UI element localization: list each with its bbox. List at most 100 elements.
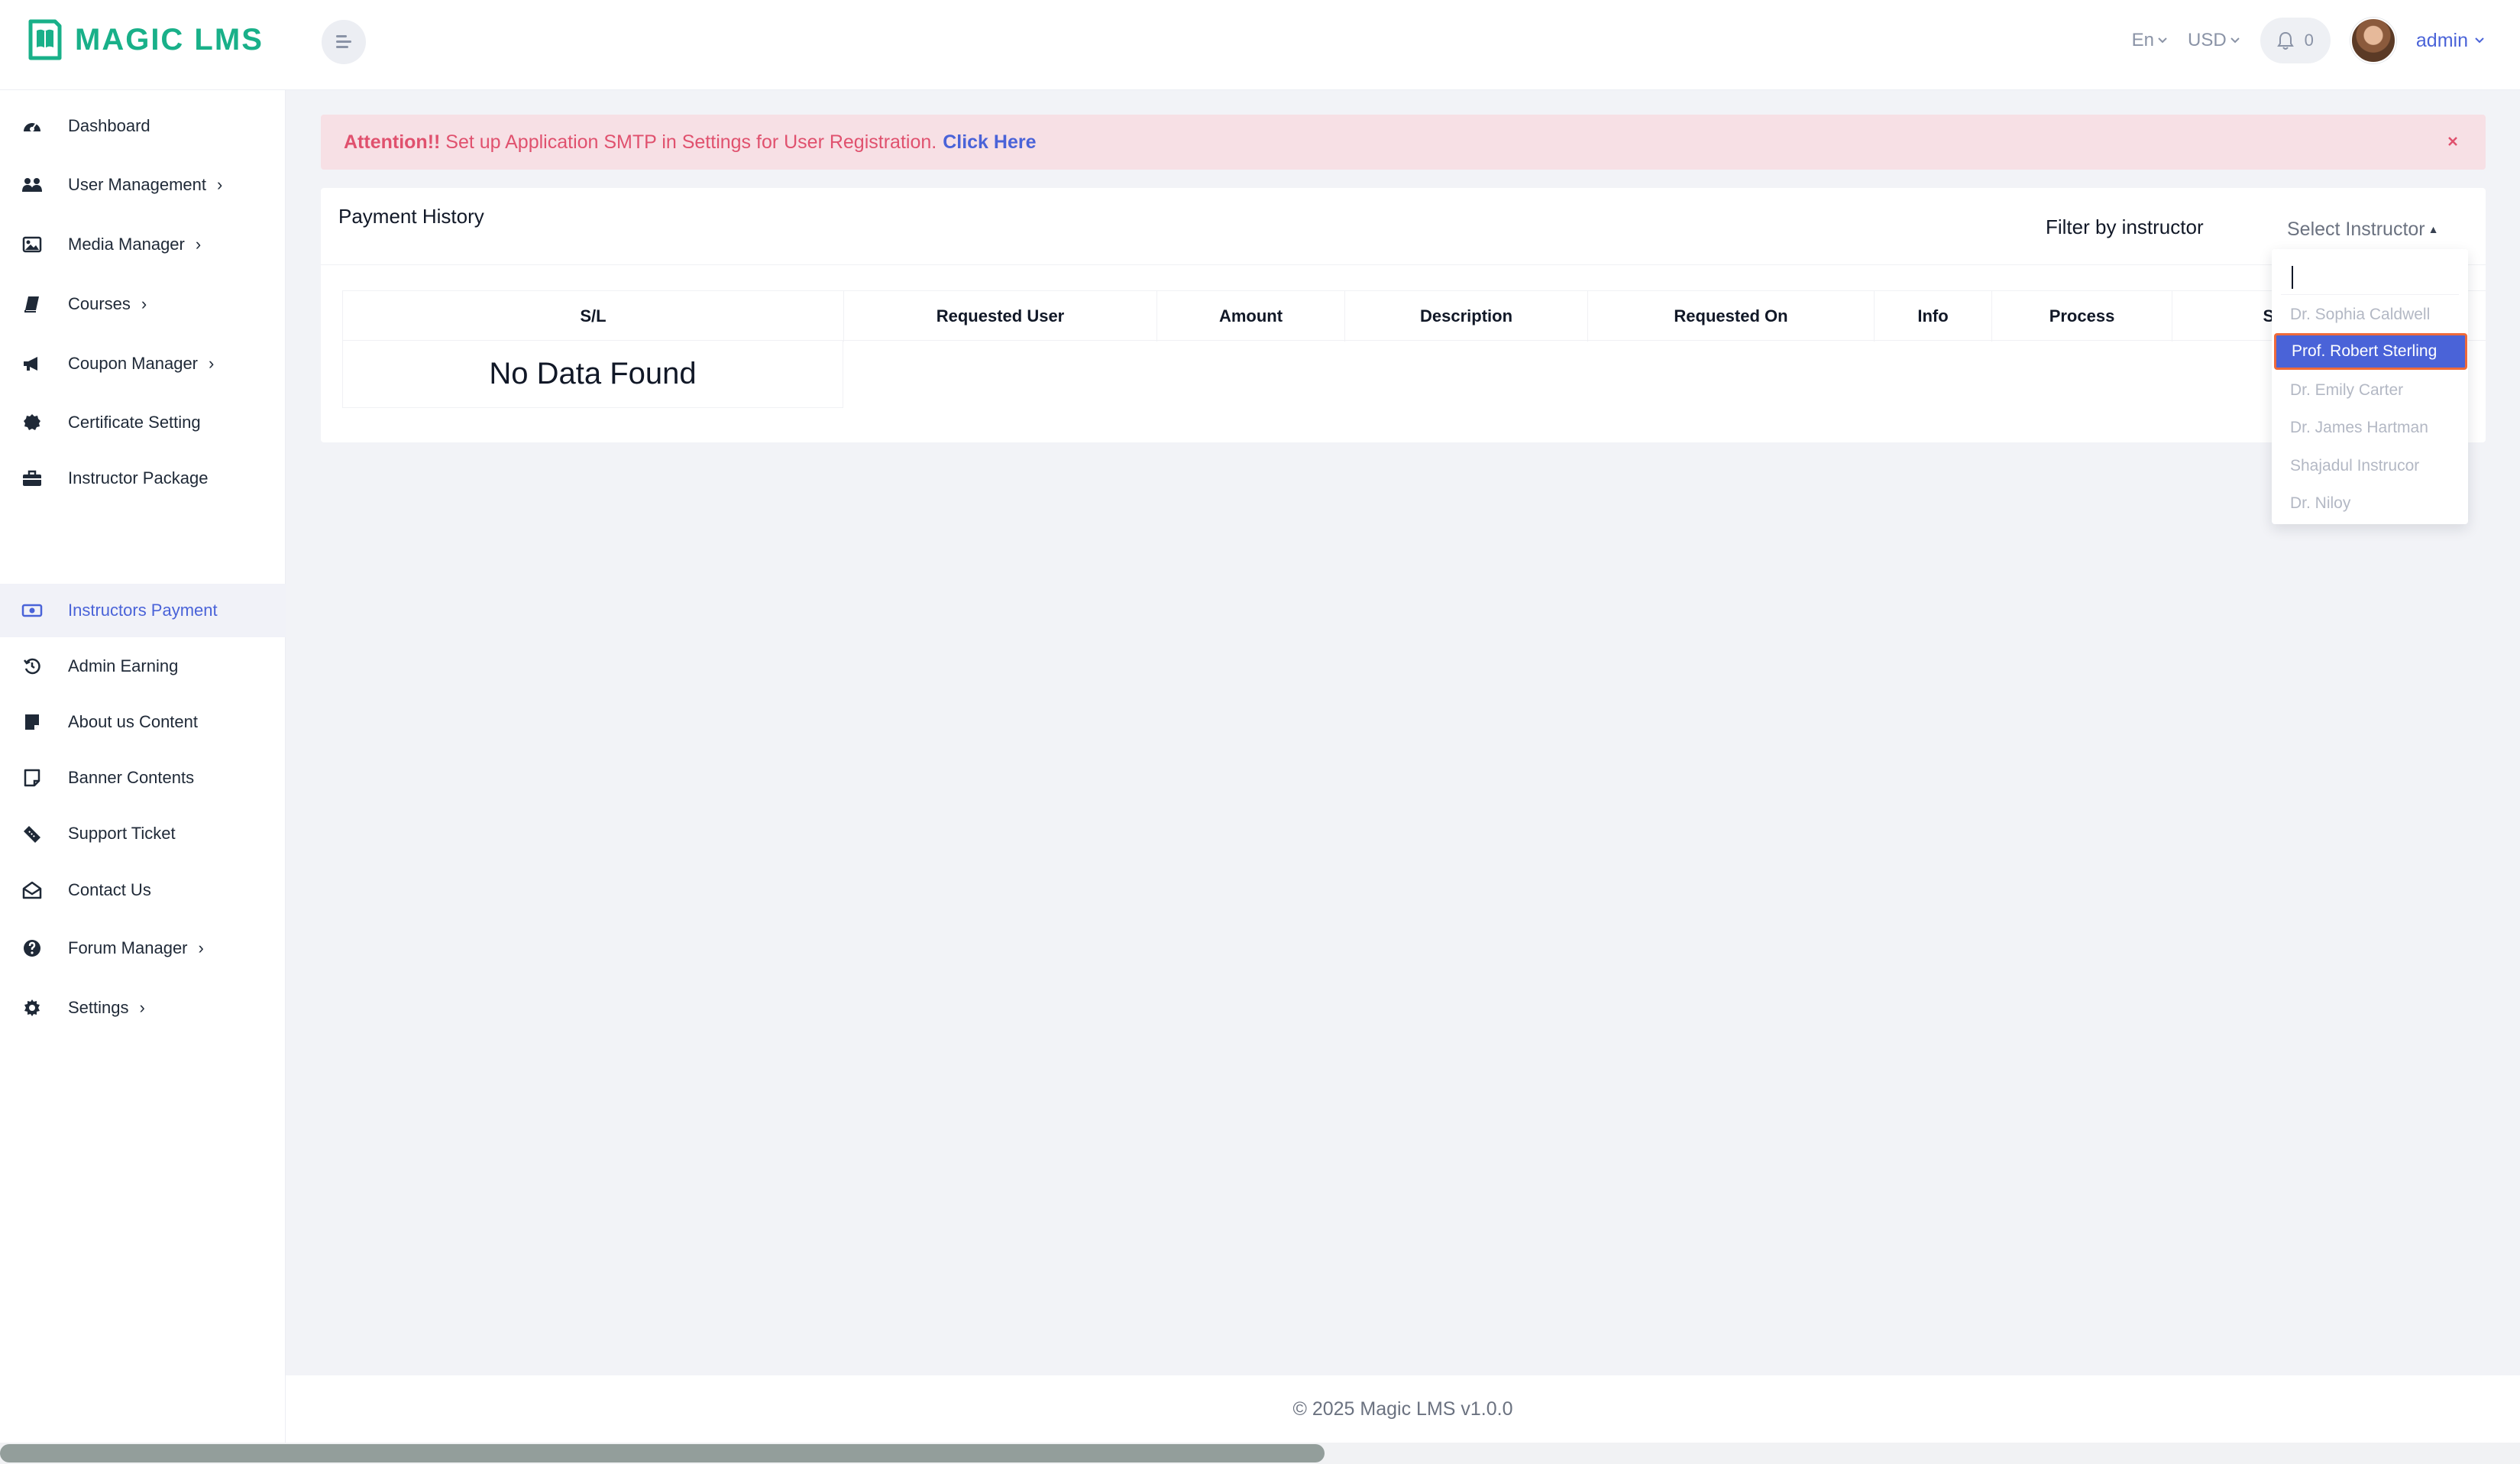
note-icon: [21, 711, 43, 733]
column-header[interactable]: Process: [1991, 291, 2172, 342]
sidebar-item-label: Certificate Setting: [68, 413, 201, 432]
avatar[interactable]: [2350, 18, 2396, 63]
sidebar-item-about-us-content[interactable]: About us Content: [0, 695, 286, 749]
top-header: MAGIC LMS En USD 0 admin: [0, 0, 2520, 90]
instructor-select[interactable]: Select Instructor ▲: [2272, 206, 2466, 252]
sidebar-item-courses[interactable]: Courses ›: [0, 277, 286, 331]
caret-up-icon: ▲: [2428, 223, 2439, 235]
dropdown-option[interactable]: Shajadul Instrucor: [2272, 448, 2468, 484]
sidebar-item-banner-contents[interactable]: Banner Contents: [0, 751, 286, 805]
question-circle-icon: [21, 938, 43, 959]
sidebar-item-contact-us[interactable]: Contact Us: [0, 863, 286, 917]
megaphone-icon: [21, 353, 43, 374]
envelope-open-icon: [21, 879, 43, 901]
select-placeholder: Select Instructor: [2287, 218, 2425, 240]
sidebar-item-label: Banner Contents: [68, 768, 195, 787]
sidebar-item-instructor-package[interactable]: Instructor Package: [0, 452, 286, 505]
sidebar-item-coupon-manager[interactable]: Coupon Manager ›: [0, 337, 286, 390]
chevron-down-icon: [2475, 37, 2484, 44]
language-select[interactable]: En: [2132, 30, 2168, 51]
card-title: Payment History: [338, 205, 484, 228]
alert-link[interactable]: Click Here: [943, 131, 1036, 154]
dropdown-option[interactable]: Dr. Niloy: [2272, 485, 2468, 522]
currency-value: USD: [2187, 30, 2227, 50]
notifications-button[interactable]: 0: [2260, 18, 2331, 63]
currency-select[interactable]: USD: [2188, 30, 2240, 51]
history-icon: [21, 656, 43, 677]
dashboard-icon: [21, 115, 43, 137]
sidebar-item-label: Settings ›: [68, 998, 145, 1017]
footer: © 2025 Magic LMS v1.0.0: [286, 1375, 2520, 1443]
sidebar: Dashboard User Management › Media Manager…: [0, 90, 286, 1464]
divider: [321, 264, 2486, 265]
sidebar-item-instructors-payment[interactable]: Instructors Payment: [0, 584, 286, 637]
sidebar-item-label: Contact Us: [68, 880, 151, 899]
empty-state: No Data Found: [342, 341, 843, 408]
logo[interactable]: MAGIC LMS: [26, 17, 264, 63]
header-actions: En USD 0 admin: [2132, 15, 2485, 66]
bell-icon: [2276, 31, 2294, 50]
dropdown-search-input[interactable]: [2281, 258, 2459, 295]
logo-book-icon: [26, 17, 64, 63]
dropdown-option[interactable]: Dr. Emily Carter: [2272, 372, 2468, 409]
sidebar-item-forum-manager[interactable]: Forum Manager ›: [0, 921, 286, 975]
sidebar-item-user-management[interactable]: User Management ›: [0, 158, 286, 212]
chevron-right-icon: ›: [195, 235, 202, 254]
chevron-right-icon: ›: [139, 998, 145, 1017]
sidebar-item-label: About us Content: [68, 712, 199, 731]
chevron-right-icon: ›: [216, 175, 223, 194]
menu-lines-icon: [336, 35, 351, 48]
dropdown-option[interactable]: Dr. Sophia Caldwell: [2272, 296, 2468, 333]
sidebar-item-label: Coupon Manager ›: [68, 354, 215, 373]
sidebar-item-label: Instructor Package: [68, 468, 209, 487]
chevron-right-icon: ›: [198, 938, 204, 957]
sidebar-toggle-button[interactable]: [322, 20, 366, 64]
ticket-icon: [21, 823, 43, 844]
alert-strong: Attention!!: [344, 131, 441, 153]
close-icon[interactable]: [2441, 130, 2464, 153]
logo-text: MAGIC LMS: [75, 22, 264, 57]
column-header[interactable]: Amount: [1156, 291, 1344, 342]
smtp-alert: Attention!! Set up Application SMTP in S…: [321, 115, 2486, 170]
money-icon: [21, 600, 43, 621]
scrollbar-thumb[interactable]: [0, 1444, 1325, 1462]
chevron-down-icon: [2158, 37, 2167, 44]
certificate-icon: [21, 412, 43, 433]
column-header[interactable]: Info: [1874, 291, 1991, 342]
sidebar-item-label: Support Ticket: [68, 824, 176, 843]
alert-message: Set up Application SMTP in Settings for …: [440, 131, 937, 153]
column-header[interactable]: Requested User: [843, 291, 1156, 342]
filter-label: Filter by instructor: [2046, 215, 2204, 238]
dropdown-option[interactable]: Dr. James Hartman: [2272, 410, 2468, 446]
sidebar-item-label: Dashboard: [68, 116, 150, 135]
sidebar-item-dashboard[interactable]: Dashboard: [0, 99, 286, 153]
sidebar-item-label: Media Manager ›: [68, 235, 202, 254]
table-header-row: S/L Requested User Amount Description Re…: [342, 290, 2486, 342]
users-icon: [21, 174, 43, 196]
sidebar-item-label: User Management ›: [68, 175, 223, 194]
briefcase-icon: [21, 468, 43, 489]
sidebar-item-label: Forum Manager ›: [68, 938, 204, 957]
chevron-down-icon: [2230, 37, 2240, 44]
sidebar-item-media-manager[interactable]: Media Manager ›: [0, 218, 286, 271]
column-header[interactable]: Requested On: [1587, 291, 1874, 342]
dropdown-option-selected[interactable]: Prof. Robert Sterling: [2274, 333, 2467, 370]
sidebar-item-certificate-setting[interactable]: Certificate Setting: [0, 396, 286, 449]
sidebar-item-settings[interactable]: Settings ›: [0, 981, 286, 1035]
horizontal-scrollbar[interactable]: [0, 1443, 2520, 1464]
image-icon: [21, 234, 43, 255]
instructor-dropdown: Dr. Sophia Caldwell Prof. Robert Sterlin…: [2272, 249, 2468, 524]
user-menu[interactable]: admin: [2416, 30, 2485, 52]
sidebar-item-admin-earning[interactable]: Admin Earning: [0, 640, 286, 693]
language-value: En: [2131, 30, 2154, 50]
user-name: admin: [2415, 29, 2468, 51]
chevron-right-icon: ›: [141, 294, 147, 313]
copyright-text: © 2025 Magic LMS v1.0.0: [1292, 1398, 1513, 1420]
gear-icon: [21, 997, 43, 1019]
column-header[interactable]: S/L: [342, 291, 843, 342]
sidebar-item-label: Courses ›: [68, 294, 147, 313]
sidebar-item-support-ticket[interactable]: Support Ticket: [0, 807, 286, 860]
column-header[interactable]: Description: [1344, 291, 1587, 342]
book-icon: [21, 293, 43, 315]
sticky-note-icon: [21, 767, 43, 789]
